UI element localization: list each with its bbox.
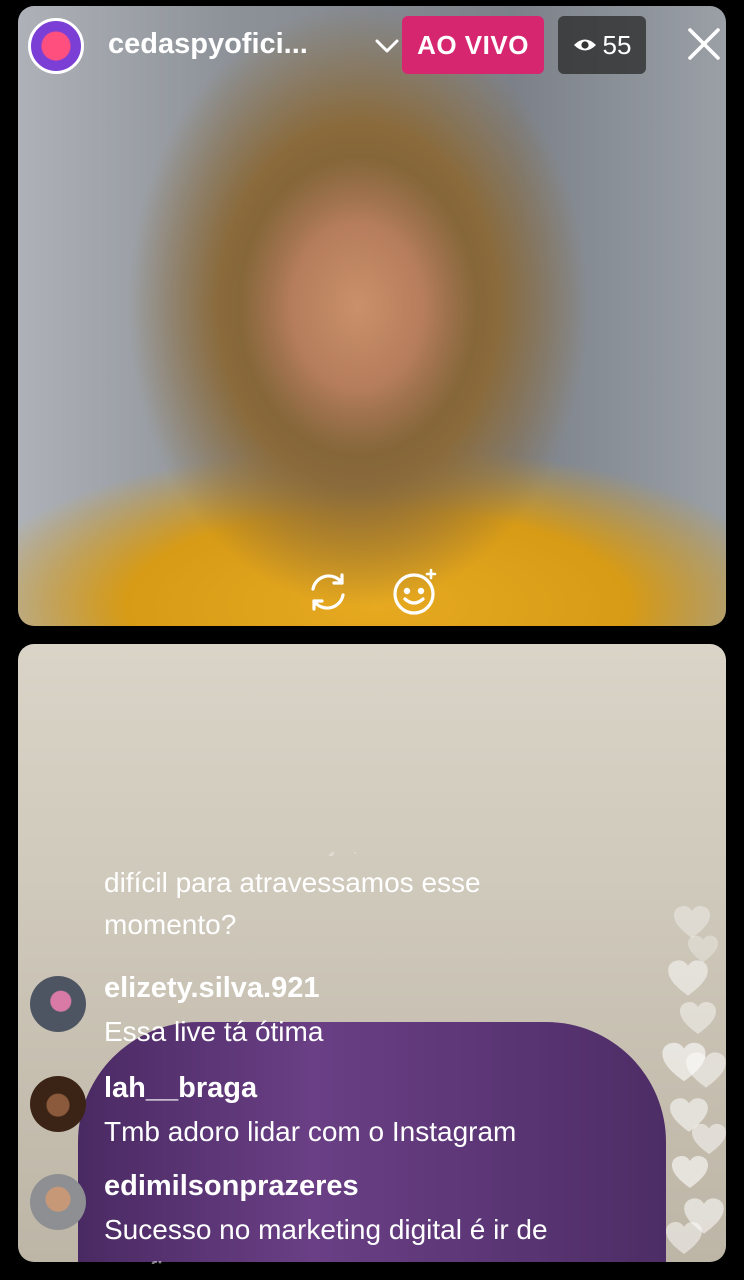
chevron-down-icon[interactable] <box>374 36 400 56</box>
floating-hearts <box>656 900 740 1270</box>
heart-icon <box>686 1052 726 1088</box>
comment-username[interactable]: elizety.silva.921 <box>104 972 320 1005</box>
live-badge: AO VIVO <box>402 16 544 74</box>
comment-continuation-line: facilitado como hoje, estaria mais <box>104 852 620 862</box>
host-avatar[interactable] <box>28 18 84 74</box>
heart-icon <box>692 1123 726 1155</box>
comment-message-continuation: confiança ... <box>104 1256 255 1264</box>
heart-icon <box>668 960 708 996</box>
heart-icon <box>666 1222 702 1254</box>
comment-message: Essa live tá ótima <box>104 1016 324 1047</box>
host-username[interactable]: cedaspyofici... <box>108 28 308 61</box>
face-effects-icon[interactable] <box>390 566 442 618</box>
close-icon <box>688 28 720 60</box>
comment-feed: facilitado como hoje, estaria mais difíc… <box>30 852 620 1264</box>
live-header: cedaspyofici... AO VIVO 55 <box>28 14 724 78</box>
camera-flip-icon[interactable] <box>302 566 354 618</box>
viewer-count-value: 55 <box>602 29 632 60</box>
comment-username[interactable]: lah__braga <box>104 1072 257 1105</box>
comment-message: Tmb adoro lidar com o Instagram <box>104 1116 517 1147</box>
host-video-feed <box>18 6 726 626</box>
heart-icon <box>672 1156 708 1188</box>
close-button[interactable] <box>684 22 724 66</box>
comment-message: Sucesso no marketing digital é ir de <box>104 1214 548 1245</box>
comment-avatar[interactable] <box>30 1174 86 1230</box>
viewer-count[interactable]: 55 <box>558 16 646 74</box>
comment-avatar[interactable] <box>30 976 86 1032</box>
comment-continuation-line: momento? <box>104 909 237 940</box>
comment-continuation-line: difícil para atravessamos esse <box>104 867 481 898</box>
heart-icon <box>680 1002 716 1034</box>
eye-icon <box>573 39 596 51</box>
comment-continuation: facilitado como hoje, estaria mais difíc… <box>104 852 620 946</box>
comment-avatar[interactable] <box>30 1076 86 1132</box>
comment-username[interactable]: edimilsonprazeres <box>104 1170 359 1203</box>
